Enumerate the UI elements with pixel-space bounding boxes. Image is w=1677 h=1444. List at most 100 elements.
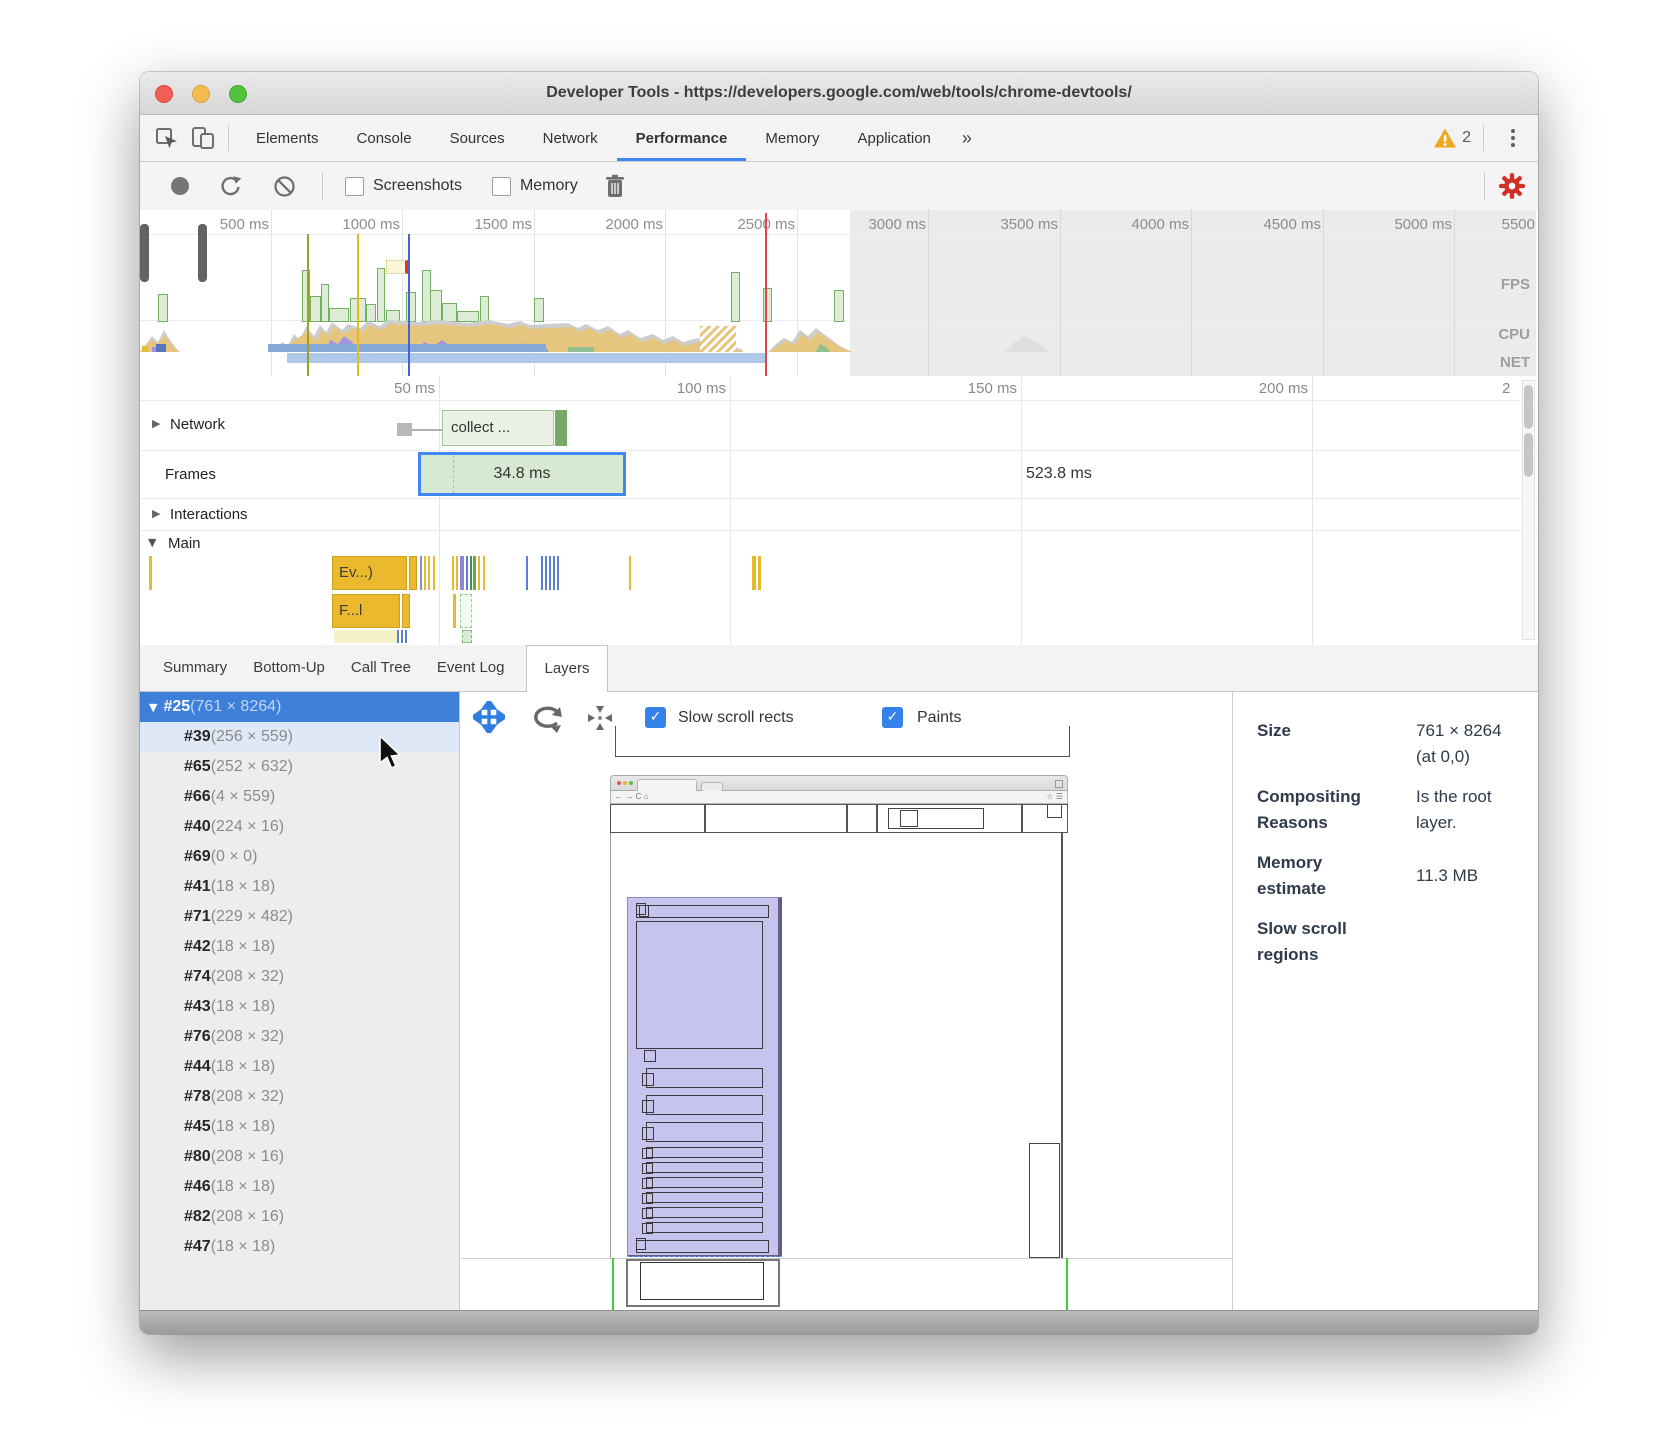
layer-tree-item[interactable]: #46(18 × 18): [140, 1172, 459, 1202]
paints-checkbox[interactable]: ✓: [882, 707, 903, 728]
layer-tree-item[interactable]: #41(18 × 18): [140, 872, 459, 902]
tab-summary[interactable]: Summary: [150, 645, 240, 691]
layer-tree-item[interactable]: #80(208 × 16): [140, 1142, 459, 1172]
timeline-overview[interactable]: 500 ms 1000 ms 1500 ms 2000 ms 2500 ms 3…: [140, 210, 1538, 377]
screenshot-thumb-marker: [386, 260, 408, 274]
tab-performance[interactable]: Performance: [617, 116, 747, 161]
flame-scrollbar-thumb[interactable]: [1524, 385, 1533, 429]
tab-call-tree[interactable]: Call Tree: [338, 645, 424, 691]
lane-label-net: NET: [1500, 354, 1530, 371]
main-event-bar-small[interactable]: [402, 594, 410, 628]
title-bar[interactable]: Developer Tools - https://developers.goo…: [140, 72, 1538, 115]
layer-id: #66: [184, 788, 211, 805]
layer-tree-item[interactable]: #74(208 × 32): [140, 962, 459, 992]
network-row-label[interactable]: Network: [170, 416, 225, 433]
kebab-menu-icon[interactable]: [1500, 125, 1526, 151]
layer-tree-item[interactable]: #66(4 × 559): [140, 782, 459, 812]
below-fold-inner-outline: [640, 1262, 764, 1300]
layer-tree-item[interactable]: #43(18 × 18): [140, 992, 459, 1022]
console-warnings-badge[interactable]: 2: [1433, 127, 1481, 149]
frame-selected[interactable]: 34.8 ms: [418, 452, 626, 496]
main-activity-tick: [473, 556, 476, 590]
expander-icon[interactable]: ▶: [152, 417, 160, 430]
layer-tree-item[interactable]: #39(256 × 559): [140, 722, 459, 752]
main-activity-tick: [466, 556, 468, 590]
slow-scroll-rects-label[interactable]: Slow scroll rects: [678, 709, 794, 727]
composited-layer-rect[interactable]: [627, 897, 782, 1257]
main-event-bar-small[interactable]: [409, 556, 417, 590]
expander-icon[interactable]: ▼: [149, 701, 157, 714]
tab-elements[interactable]: Elements: [237, 116, 338, 161]
header-divider: [846, 805, 848, 832]
main-activity-tick: [470, 556, 472, 590]
more-tabs-icon[interactable]: »: [950, 128, 984, 149]
clear-icon[interactable]: [273, 175, 296, 198]
header-divider: [876, 805, 878, 832]
record-button[interactable]: [171, 177, 189, 195]
tab-bottom-up[interactable]: Bottom-Up: [240, 645, 338, 691]
mini-browser-control: [1055, 780, 1063, 788]
flame-scrollbar-thumb[interactable]: [1524, 433, 1533, 477]
layer-tree-item[interactable]: #78(208 × 32): [140, 1082, 459, 1112]
network-request-bar[interactable]: collect ...: [442, 410, 554, 446]
rotate-mode-icon[interactable]: [533, 703, 563, 733]
layer-tree[interactable]: ▼#25(761 × 8264) #39(256 × 559) #65(252 …: [140, 692, 460, 1310]
layer-tree-item[interactable]: #71(229 × 482): [140, 902, 459, 932]
layer-tree-item[interactable]: #69(0 × 0): [140, 842, 459, 872]
tab-console[interactable]: Console: [338, 116, 431, 161]
tab-sources[interactable]: Sources: [431, 116, 524, 161]
trash-icon[interactable]: [604, 174, 626, 198]
selection-handle-right[interactable]: [198, 224, 207, 282]
main-row-label[interactable]: Main: [168, 535, 201, 552]
layer-details-pane: Size 761 × 8264 (at 0,0) Compositing Rea…: [1232, 692, 1538, 1310]
layer-tree-item[interactable]: #42(18 × 18): [140, 932, 459, 962]
memory-checkbox[interactable]: [492, 177, 511, 196]
paints-label[interactable]: Paints: [917, 709, 961, 727]
tab-network[interactable]: Network: [524, 116, 617, 161]
layer-tree-item[interactable]: ▼#25(761 × 8264): [140, 692, 459, 722]
tab-memory[interactable]: Memory: [746, 116, 838, 161]
layer-tree-item[interactable]: #47(18 × 18): [140, 1232, 459, 1262]
settings-gear-icon[interactable]: [1498, 172, 1526, 200]
layer-tree-item[interactable]: #44(18 × 18): [140, 1052, 459, 1082]
layer-tree-item[interactable]: #45(18 × 18): [140, 1112, 459, 1142]
device-toolbar-icon[interactable]: [190, 125, 216, 151]
layer-tree-item[interactable]: #65(252 × 632): [140, 752, 459, 782]
tab-application[interactable]: Application: [839, 116, 950, 161]
layer-id: #47: [184, 1238, 211, 1255]
main-event-bar[interactable]: Ev...): [332, 556, 407, 590]
window-footer: [140, 1310, 1538, 1334]
interactions-row-label[interactable]: Interactions: [170, 506, 248, 523]
layer-id: #42: [184, 938, 211, 955]
expander-icon[interactable]: ▼: [148, 536, 156, 549]
inspect-element-icon[interactable]: [154, 125, 180, 151]
layer-size: (18 × 18): [211, 1118, 275, 1135]
layer-tree-item[interactable]: #76(208 × 32): [140, 1022, 459, 1052]
selection-handle-left[interactable]: [140, 224, 149, 282]
layer-size: (224 × 16): [211, 818, 284, 835]
layer-size: (18 × 18): [211, 1058, 275, 1075]
tab-event-log[interactable]: Event Log: [424, 645, 518, 691]
layer-visualization[interactable]: ✓ Slow scroll rects ✓ Paints ← → C ⌂☆ ☰: [461, 692, 1232, 1310]
flame-chart[interactable]: 50 ms 100 ms 150 ms 200 ms 2 ▶ Network c…: [140, 376, 1538, 645]
memory-label[interactable]: Memory: [520, 177, 578, 195]
cpu-chart-dimmed: [1005, 330, 1049, 352]
layer-tree-item[interactable]: #82(208 × 16): [140, 1202, 459, 1232]
layer-tree-item[interactable]: #40(224 × 16): [140, 812, 459, 842]
layer-content-box: [636, 1240, 769, 1253]
screenshots-checkbox[interactable]: [345, 177, 364, 196]
pan-mode-icon[interactable]: [473, 701, 505, 733]
frame-duration: 34.8 ms: [421, 455, 623, 493]
main-function-bar[interactable]: F...l: [332, 594, 400, 628]
frames-row-label[interactable]: Frames: [165, 466, 216, 483]
flame-scrollbar-track[interactable]: [1522, 380, 1535, 640]
ruler-label-clipped: 2: [1502, 380, 1510, 397]
screenshots-label[interactable]: Screenshots: [373, 177, 462, 195]
reset-view-icon[interactable]: [587, 705, 613, 731]
layer-id: #41: [184, 878, 211, 895]
expander-icon[interactable]: ▶: [152, 507, 160, 520]
tab-layers[interactable]: Layers: [526, 645, 607, 692]
mini-traffic-light: [629, 781, 633, 785]
reload-icon[interactable]: [219, 174, 243, 198]
slow-scroll-rects-checkbox[interactable]: ✓: [645, 707, 666, 728]
